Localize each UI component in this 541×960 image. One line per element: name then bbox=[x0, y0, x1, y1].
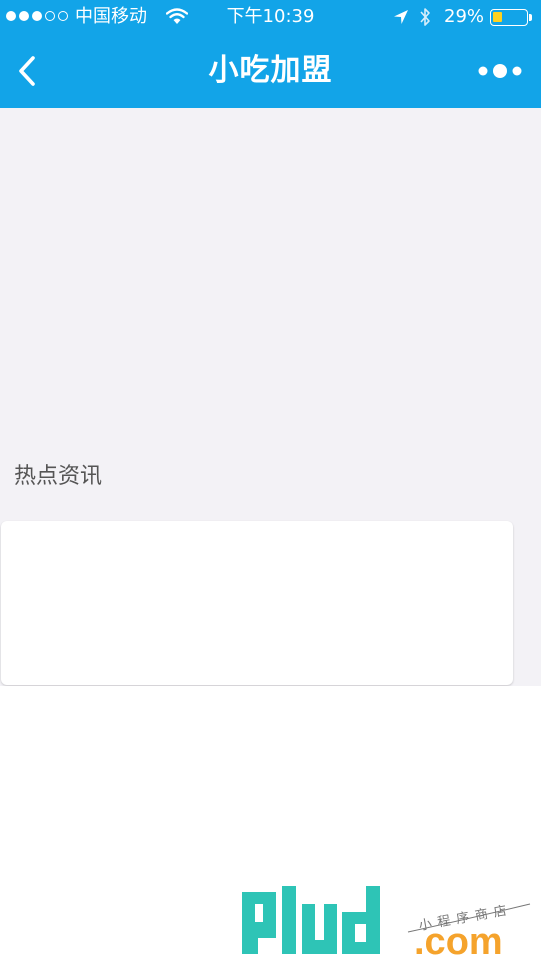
watermark-glyph-1 bbox=[282, 886, 296, 954]
bluetooth-icon bbox=[420, 8, 430, 26]
page-title: 小吃加盟 bbox=[208, 53, 333, 88]
news-card[interactable] bbox=[1, 521, 513, 685]
battery-icon bbox=[490, 9, 528, 26]
top-bar: 中国移动 下午10:39 29% 小吃加盟 bbox=[0, 0, 541, 108]
battery-percent: 29% bbox=[444, 6, 485, 27]
status-bar: 中国移动 下午10:39 29% bbox=[0, 0, 541, 34]
navigation-bar: 小吃加盟 bbox=[0, 34, 541, 108]
watermark-glyph-u bbox=[302, 904, 337, 954]
page-content: 热点资讯 bbox=[0, 108, 541, 686]
more-dots-icon[interactable] bbox=[476, 60, 524, 82]
battery-tip bbox=[529, 14, 532, 21]
watermark-glyph-9 bbox=[242, 892, 276, 954]
watermark-glyph-d bbox=[342, 886, 380, 954]
watermark-domain: .com bbox=[414, 921, 503, 960]
banner-area bbox=[0, 108, 541, 448]
location-arrow-icon bbox=[394, 10, 408, 24]
battery-level bbox=[493, 12, 502, 22]
hot-news-heading: 热点资讯 bbox=[14, 464, 103, 489]
watermark-logo: 小程序商店 .com bbox=[242, 886, 531, 960]
